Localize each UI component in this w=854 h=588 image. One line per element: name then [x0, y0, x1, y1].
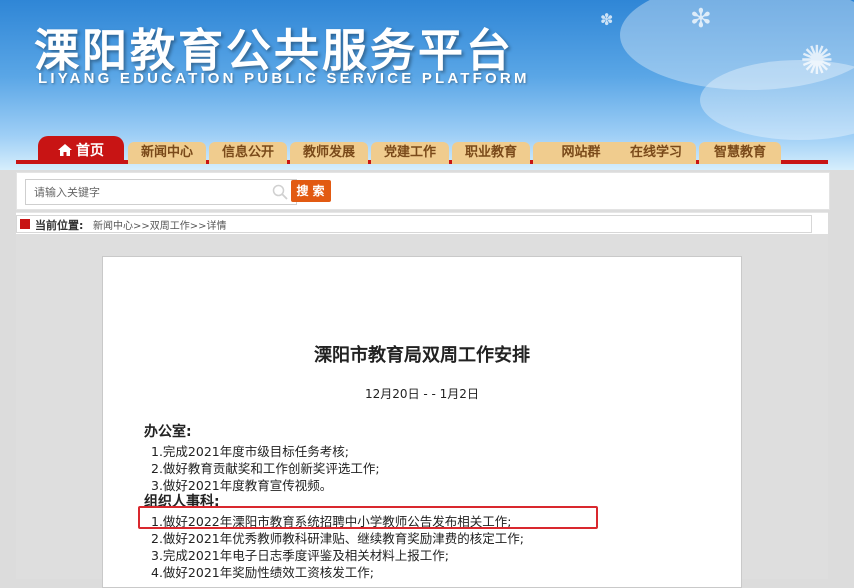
search-button[interactable]: 搜索 — [291, 180, 331, 202]
search-input[interactable] — [32, 180, 266, 204]
nav-item-online[interactable]: 在线学习 — [616, 142, 696, 164]
nav-item-label: 信息公开 — [221, 145, 274, 160]
nav-item-news[interactable]: 新闻中心 — [128, 142, 206, 164]
dandelion-icon: ✻ — [690, 4, 712, 34]
nav-item-party[interactable]: 党建工作 — [371, 142, 449, 164]
nav-item-smart[interactable]: 智慧教育 — [699, 142, 781, 164]
nav-item-label: 智慧教育 — [713, 145, 766, 160]
location-icon — [20, 219, 30, 229]
breadcrumb-path[interactable]: 新闻中心>>双周工作>>详情 — [93, 217, 227, 232]
nav-item-home[interactable]: 首页 — [38, 136, 124, 164]
search-box — [25, 179, 297, 205]
nav-item-label: 职业教育 — [464, 145, 517, 160]
nav-item-label: 首页 — [76, 143, 104, 159]
article-panel: 溧阳市教育局双周工作安排 12月20日 - - 1月2日 办公室: 1.完成20… — [102, 256, 742, 588]
highlight-box — [138, 506, 598, 529]
article-date: 12月20日 - - 1月2日 — [365, 387, 479, 401]
dandelion-icon: ✽ — [600, 10, 614, 29]
breadcrumb: 当前位置: 新闻中心>>双周工作>>详情 — [16, 212, 828, 235]
nav-item-label: 党建工作 — [383, 145, 436, 160]
home-icon — [58, 144, 72, 156]
nav-item-sites[interactable]: 网站群 — [533, 142, 629, 164]
nav-item-label: 教师发展 — [302, 145, 355, 160]
article-title: 溧阳市教育局双周工作安排 — [314, 345, 530, 366]
dandelion-icon: ✺ — [800, 38, 834, 84]
section-heading: 办公室: — [144, 424, 192, 440]
nav-item-info[interactable]: 信息公开 — [209, 142, 287, 164]
breadcrumb-box: 当前位置: 新闻中心>>双周工作>>详情 — [16, 215, 812, 233]
nav-item-label: 在线学习 — [629, 145, 682, 160]
nav-item-label: 新闻中心 — [140, 145, 193, 160]
search-icon[interactable] — [272, 184, 288, 200]
breadcrumb-label: 当前位置: — [35, 219, 84, 232]
site-subtitle: LIYANG EDUCATION PUBLIC SERVICE PLATFORM — [38, 70, 530, 87]
nav-item-vocational[interactable]: 职业教育 — [452, 142, 530, 164]
list-item: 4.做好2021年奖励性绩效工资核发工作; — [151, 565, 374, 580]
nav-item-teacher[interactable]: 教师发展 — [290, 142, 368, 164]
search-bar: 搜索 — [16, 172, 830, 210]
main-nav: 首页 新闻中心 信息公开 教师发展 党建工作 职业教育 网站群 在线学习 智慧教… — [16, 136, 828, 164]
nav-item-label: 网站群 — [561, 145, 601, 160]
